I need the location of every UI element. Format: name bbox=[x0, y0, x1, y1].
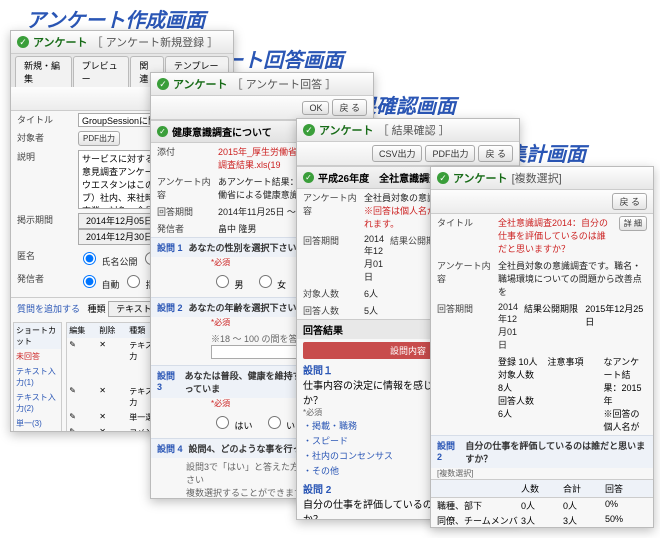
q-num: 設問 3 bbox=[157, 369, 179, 395]
check-icon: ✓ bbox=[437, 172, 449, 184]
content-label: アンケート内容 bbox=[437, 259, 492, 285]
period-label: 回答期間 bbox=[157, 205, 212, 218]
q-num: 設問 4 bbox=[157, 442, 183, 455]
shortcut-item[interactable]: テキスト入力(1) bbox=[14, 364, 61, 390]
panel-header: ✓ アンケート ［ アンケート新規登録 ］ bbox=[11, 31, 233, 54]
detail-button[interactable]: 詳 細 bbox=[619, 216, 647, 231]
check-icon: ✓ bbox=[157, 126, 168, 137]
content-label: アンケート内容 bbox=[157, 175, 212, 201]
add-question-link[interactable]: 質問を追加する bbox=[17, 304, 80, 314]
resp-label: 回答人数 bbox=[303, 304, 358, 317]
panel-sub: ［ アンケート回答 ］ bbox=[232, 76, 337, 92]
shortcut-item[interactable]: テキスト入力(2) bbox=[14, 390, 61, 416]
q-sub: [複数選択] bbox=[431, 468, 653, 479]
title-value: 全社意識調査2014：自分の仕事を評価しているのは誰だと思いますか？ bbox=[498, 216, 613, 255]
sender-label: 発信者 bbox=[157, 222, 212, 235]
end-value: 2015年12月25日 bbox=[585, 302, 647, 328]
col-sum: 合計 bbox=[563, 482, 605, 495]
attach-label: 添付 bbox=[157, 145, 212, 158]
check-icon: ✓ bbox=[157, 78, 169, 90]
col-del: 削除 bbox=[97, 323, 127, 338]
check-icon: ✓ bbox=[303, 124, 315, 136]
panel-sub: ［ 結果確認 ］ bbox=[378, 122, 450, 138]
q-num: 設問 1 bbox=[157, 241, 183, 254]
back-button[interactable]: 戻 る bbox=[332, 99, 367, 116]
shortcut-title: ショートカット bbox=[14, 323, 61, 349]
content-value: 全社員対象の意識調査です。職名・職場環境についての問題から改善点を bbox=[498, 259, 647, 298]
csv-button[interactable]: CSV出力 bbox=[372, 145, 423, 162]
period-label: 回答期間 bbox=[437, 302, 492, 315]
qtype-label: 種類 bbox=[88, 304, 106, 314]
anon-label: 匿名 bbox=[17, 249, 72, 262]
check-icon: ✓ bbox=[303, 172, 314, 183]
pdf-button[interactable]: PDF出力 bbox=[78, 131, 120, 146]
opt-female[interactable]: 女 bbox=[254, 280, 287, 290]
title-label: タイトル bbox=[437, 216, 492, 229]
content-label: アンケート内容 bbox=[303, 191, 358, 217]
label-create: アンケート作成画面 bbox=[26, 4, 205, 33]
age-input[interactable] bbox=[211, 345, 299, 359]
tab-edit[interactable]: 新規・編集 bbox=[15, 56, 72, 87]
q-text: あなたの性別を選択下さい bbox=[189, 241, 297, 254]
col-pct: 回答 bbox=[605, 482, 647, 495]
survey-title: 健康意識調査について bbox=[172, 124, 272, 139]
q-num: 設問 2 bbox=[437, 439, 459, 465]
opt-yes[interactable]: はい bbox=[211, 421, 253, 431]
col-count: 人数 bbox=[521, 482, 563, 495]
opt-male[interactable]: 男 bbox=[211, 280, 244, 290]
q-num: 設問 2 bbox=[157, 301, 183, 314]
target-label: 対象者 bbox=[17, 131, 72, 144]
check-icon: ✓ bbox=[17, 36, 29, 48]
send-opt-auto[interactable]: 自動 bbox=[78, 280, 120, 290]
desc-label: 説明 bbox=[17, 150, 72, 163]
shortcut-item[interactable]: 未回答 bbox=[14, 349, 61, 364]
panel-aggregate: ✓ アンケート [複数選択] 戻 る タイトル 全社意識調査2014：自分の仕事… bbox=[430, 166, 654, 528]
tab-preview[interactable]: プレビュー bbox=[73, 56, 130, 87]
panel-header: ✓ アンケート ［ アンケート回答 ］ bbox=[151, 73, 373, 96]
module-title: アンケート bbox=[173, 76, 228, 92]
send-label: 発信者 bbox=[17, 272, 72, 285]
pdf-button[interactable]: PDF出力 bbox=[425, 145, 475, 162]
panel-sub: [複数選択] bbox=[512, 170, 562, 186]
panel-sub: ［ アンケート新規登録 ］ bbox=[92, 34, 219, 50]
shortcut-item[interactable]: 単一(3) bbox=[14, 416, 61, 431]
module-title: アンケート bbox=[319, 122, 374, 138]
shortcut-item[interactable]: コメント(4) bbox=[14, 431, 61, 432]
note-label: 注意事項 bbox=[548, 355, 598, 368]
post-label: 掲示期間 bbox=[17, 213, 72, 226]
survey-title: 平成26年度 全社意識調査 bbox=[318, 170, 439, 185]
q-text: 自分の仕事を評価しているのは誰だと思いますか？ bbox=[465, 439, 647, 465]
module-title: アンケート bbox=[33, 34, 88, 50]
anon-opt-public[interactable]: 氏名公開 bbox=[78, 257, 138, 267]
target-value: 6人 bbox=[364, 287, 437, 300]
ok-button[interactable]: OK bbox=[302, 101, 329, 115]
end-label: 結果公開期限 bbox=[524, 302, 579, 315]
col-edit: 編集 bbox=[67, 323, 97, 338]
note-value: なアンケート結果：2015年 ※回答の個人名が bbox=[604, 355, 648, 433]
back-button[interactable]: 戻 る bbox=[612, 193, 647, 210]
title-label: タイトル bbox=[17, 113, 72, 126]
module-title: アンケート bbox=[453, 170, 508, 186]
q-text: あなたの年齢を選択下さい bbox=[189, 301, 297, 314]
back-button[interactable]: 戻 る bbox=[478, 145, 513, 162]
target-label: 対象人数 bbox=[303, 287, 358, 300]
period-label: 回答期間 bbox=[303, 234, 358, 247]
